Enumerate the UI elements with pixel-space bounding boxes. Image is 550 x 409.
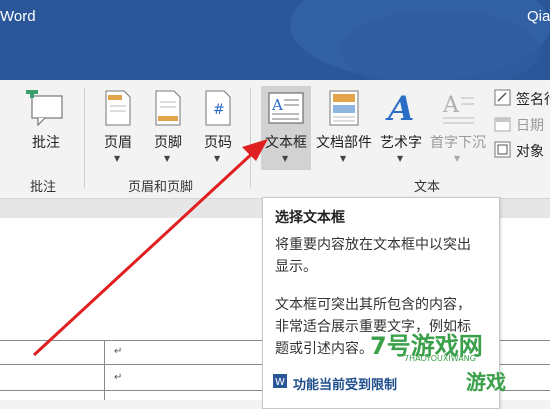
quick-parts-label: 文档部件 [316,135,372,151]
date-time-label: 日期 [516,118,544,134]
paragraph-mark: ↵ [114,372,123,383]
wordart-icon: A [385,89,414,126]
chevron-down-icon: ▼ [164,154,171,163]
group-label-text: 文本 [414,180,441,195]
group-label-header-footer: 页眉和页脚 [128,180,194,195]
group-label-comments: 批注 [30,180,57,195]
word-icon: W [273,374,287,388]
quick-parts-icon [329,90,359,126]
object-icon [494,141,511,158]
svg-text:A: A [442,93,460,118]
wordart-label: 艺术字 [380,135,422,151]
chevron-down-icon: ▼ [214,154,221,163]
wordart-button[interactable]: A 艺术字 ▼ [377,88,425,170]
watermark-slogan: 游戏 [466,370,506,394]
tooltip-text: 文本框可突出其所包含的内容， [275,297,471,313]
footer-button[interactable]: 页脚 ▼ [146,88,190,170]
user-name[interactable]: Qia [527,8,550,25]
svg-text:A: A [271,96,283,114]
drop-cap-button[interactable]: A 首字下沉 ▼ [427,88,489,170]
date-time-button[interactable]: 日期 [494,114,550,136]
tooltip-text: 显示。 [275,259,317,275]
drop-cap-label: 首字下沉 [430,135,486,151]
comment-icon [26,90,63,126]
calendar-icon [494,117,511,132]
chevron-down-icon: ▼ [397,154,404,163]
chevron-down-icon: ▼ [282,154,289,163]
footer-icon [155,90,181,126]
header-label: 页眉 [104,135,132,151]
object-button[interactable]: 对象 [494,140,550,162]
watermark-url: 7HAOYOUXIWANG [404,354,476,363]
new-comment-button[interactable]: 批注 [18,88,74,160]
chevron-down-icon: ▼ [340,154,347,163]
page-number-button[interactable]: # 页码 ▼ [196,88,240,170]
svg-text:A: A [385,89,414,126]
group-separator [84,88,85,188]
chevron-down-icon: ▼ [114,154,121,163]
header-button[interactable]: 页眉 ▼ [96,88,140,170]
signature-icon [494,89,511,106]
group-separator [250,88,251,188]
table-border [104,340,105,400]
text-box-icon: A [268,92,304,124]
object-label: 对象 [516,144,544,160]
tooltip-text: 将重要内容放在文本框中以突出 [275,237,471,253]
header-icon [105,90,131,126]
new-comment-label: 批注 [32,135,60,151]
text-box-button[interactable]: A 文本框 ▼ [261,86,311,170]
text-box-label: 文本框 [265,135,307,151]
title-bar-decoration [340,10,540,80]
drop-cap-icon: A [442,93,474,124]
paragraph-mark: ↵ [114,346,123,357]
app-title: Word [0,8,36,25]
signature-line-label: 签名行 [516,92,550,108]
page-number-label: 页码 [204,135,232,151]
site-watermark: 7号游戏网 7HAOYOUXIWANG 游戏 [370,322,550,400]
chevron-down-icon: ▼ [454,154,461,163]
title-bar: Word Qia [0,0,550,80]
quick-parts-button[interactable]: 文档部件 ▼ [313,88,375,170]
footer-label: 页脚 [154,135,182,151]
tooltip-title: 选择文本框 [275,210,345,226]
page-number-icon: # [205,90,231,126]
signature-line-button[interactable]: 签名行 [494,88,550,110]
svg-text:W: W [275,377,285,388]
svg-text:#: # [213,102,225,118]
